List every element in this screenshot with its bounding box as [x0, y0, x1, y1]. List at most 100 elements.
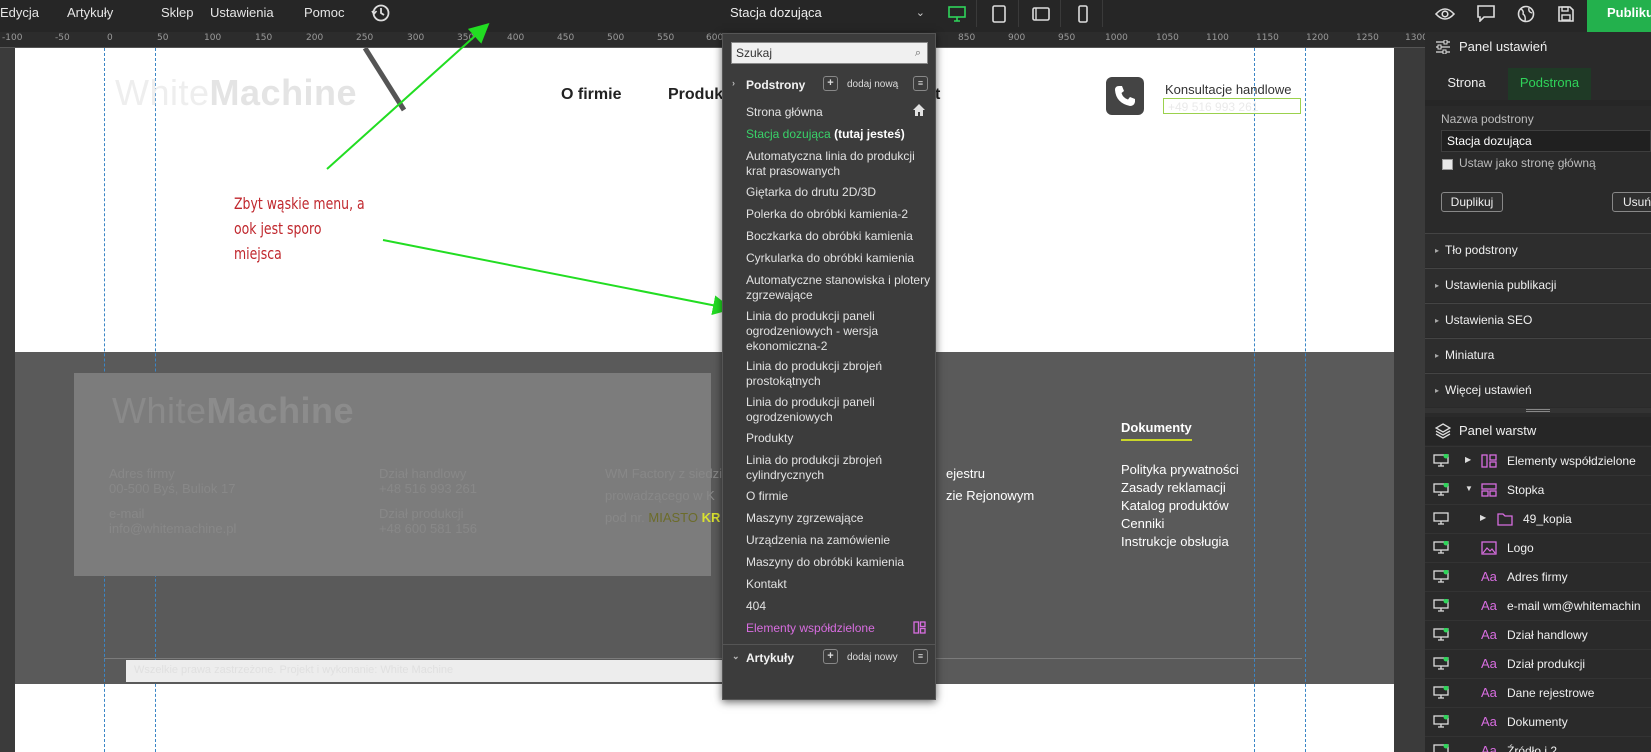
ruler-label: 1050 — [1156, 33, 1179, 43]
page-item[interactable]: Linia do produkcji paneli ogrodzeniowych — [746, 395, 931, 425]
duplicate-button[interactable]: Duplikuj — [1441, 192, 1503, 212]
layer-row[interactable]: Aa e-mail wm@whitemachin — [1425, 591, 1651, 620]
layer-row[interactable]: Aa Źródło i 2 — [1425, 736, 1651, 752]
tablet-view-button[interactable] — [979, 0, 1019, 27]
add-icon[interactable]: + — [823, 76, 838, 91]
monitor-icon[interactable] — [1433, 715, 1449, 728]
monitor-icon[interactable] — [1433, 657, 1449, 670]
layer-row[interactable]: Aa Dane rejestrowe — [1425, 678, 1651, 707]
phone-icon — [1115, 86, 1135, 106]
layer-row[interactable]: ▶ Elementy współdzielone — [1425, 446, 1651, 475]
page-item[interactable]: Giętarka do drutu 2D/3D — [746, 185, 931, 200]
layer-row[interactable]: ▶ 49_kopia — [1425, 504, 1651, 533]
consult-phone[interactable]: +49 516 993 261 — [1168, 100, 1258, 114]
page-item-shared[interactable]: Elementy współdzielone — [746, 621, 931, 636]
desktop-view-button[interactable] — [937, 0, 977, 27]
add-page-link[interactable]: dodaj nową — [847, 79, 898, 90]
footer-doc-link[interactable]: Zasady reklamacji — [1121, 480, 1226, 495]
section-miniatura[interactable]: ▸ Miniatura — [1425, 338, 1651, 372]
layer-row[interactable]: Logo — [1425, 533, 1651, 562]
section-pages-header[interactable]: › Podstrony + dodaj nową ≡ — [723, 72, 935, 98]
comment-button[interactable] — [1466, 0, 1506, 27]
page-item[interactable]: Urządzenia na zamówienie — [746, 533, 931, 548]
footer-doc-link[interactable]: Polityka prywatności — [1121, 462, 1239, 477]
page-item[interactable]: 404 — [746, 599, 931, 614]
page-selector-label: Stacja dozująca — [730, 5, 822, 20]
publish-button[interactable]: Publiku — [1587, 0, 1651, 32]
monitor-icon[interactable] — [1433, 570, 1449, 583]
page-name-input[interactable]: Stacja dozująca — [1441, 130, 1651, 152]
panel-resize-handle[interactable] — [1425, 408, 1651, 413]
monitor-icon[interactable] — [1433, 686, 1449, 699]
page-item[interactable]: Linia do produkcji zbrojeń prostokątnych — [746, 359, 931, 389]
delete-button[interactable]: Usuń — [1612, 192, 1651, 212]
tab-podstrona[interactable]: Podstrona — [1508, 68, 1591, 100]
page-item-current[interactable]: Stacja dozująca (tutaj jesteś) — [746, 127, 931, 142]
ruler-label: -100 — [2, 33, 23, 43]
add-icon[interactable]: + — [823, 649, 838, 664]
layer-row[interactable]: Aa Adres firmy — [1425, 562, 1651, 591]
footer-doc-link[interactable]: Instrukcje obsługia — [1121, 534, 1229, 549]
tablet-landscape-view-button[interactable] — [1021, 0, 1061, 27]
page-item[interactable]: Maszyny do obróbki kamienia — [746, 555, 931, 570]
section-wiecej-ustawien[interactable]: ▸ Więcej ustawień — [1425, 373, 1651, 407]
site-logo[interactable]: WhiteMachine — [115, 72, 357, 114]
layer-row[interactable]: Aa Dokumenty — [1425, 707, 1651, 736]
list-icon[interactable]: ≡ — [913, 649, 928, 664]
page-item[interactable]: Polerka do obróbki kamienia-2 — [746, 207, 931, 222]
page-item[interactable]: Kontakt — [746, 577, 931, 592]
page-item[interactable]: Automatyczne stanowiska i plotery zgrzew… — [746, 273, 931, 303]
layer-row[interactable]: ▼ Stopka — [1425, 475, 1651, 504]
history-icon[interactable] — [371, 3, 391, 23]
preview-button[interactable] — [1425, 0, 1465, 27]
section-ustawienia-publikacji[interactable]: ▸ Ustawienia publikacji — [1425, 268, 1651, 302]
expand-arrow-icon[interactable]: ▶ — [1480, 513, 1486, 522]
page-item[interactable]: O firmie — [746, 489, 931, 504]
page-item[interactable]: Cyrkularka do obróbki kamienia — [746, 251, 931, 266]
page-item[interactable]: Linia do produkcji paneli ogrodzeniowych… — [746, 309, 931, 354]
page-selector[interactable]: Stacja dozująca ⌄ — [722, 0, 935, 27]
layer-row[interactable]: Aa Dział handlowy — [1425, 620, 1651, 649]
collapse-arrow-icon[interactable]: ▼ — [1465, 484, 1473, 493]
editor-canvas[interactable]: WhiteMachine O firmie Produk t Konsultac… — [0, 48, 1425, 752]
mobile-view-button[interactable] — [1063, 0, 1103, 27]
monitor-icon[interactable] — [1433, 744, 1449, 752]
menu-ustawienia[interactable]: Ustawienia — [210, 0, 274, 32]
menu-edycja[interactable]: Edycja — [0, 0, 39, 32]
section-articles-header[interactable]: ⌄ Artykuły + dodaj nowy ≡ — [723, 644, 935, 670]
footer-doc-link[interactable]: Katalog produktów — [1121, 498, 1229, 513]
page-item[interactable]: Strona główna — [746, 105, 931, 120]
list-icon[interactable]: ≡ — [913, 76, 928, 91]
footer-doc-link[interactable]: Cenniki — [1121, 516, 1164, 531]
footer-logo[interactable]: WhiteMachine — [112, 390, 354, 432]
page-item[interactable]: Linia do produkcji zbrojeń cylindrycznyc… — [746, 453, 931, 483]
set-home-checkbox[interactable] — [1442, 159, 1453, 170]
footer-sales: +48 516 993 261 — [379, 481, 477, 496]
expand-arrow-icon[interactable]: ▶ — [1465, 455, 1471, 464]
monitor-icon[interactable] — [1433, 599, 1449, 612]
add-article-link[interactable]: dodaj nowy — [847, 652, 898, 663]
page-item[interactable]: Automatyczna linia do produkcji krat pra… — [746, 149, 931, 179]
globe-button[interactable] — [1506, 0, 1546, 27]
save-button[interactable] — [1546, 0, 1586, 27]
monitor-icon[interactable] — [1433, 628, 1449, 641]
nav-link-o-firmie[interactable]: O firmie — [561, 86, 621, 104]
footer-bottom-bar[interactable]: Wszelkie prawa zastrzeżone. Projekt i wy… — [126, 660, 722, 682]
monitor-icon[interactable] — [1433, 483, 1449, 496]
monitor-icon[interactable] — [1433, 541, 1449, 554]
section-ustawienia-seo[interactable]: ▸ Ustawienia SEO — [1425, 303, 1651, 337]
monitor-icon[interactable] — [1433, 454, 1449, 467]
page-item[interactable]: Produkty — [746, 431, 931, 446]
nav-link-produkty[interactable]: Produk — [668, 86, 723, 104]
page-item[interactable]: Boczkarka do obróbki kamienia — [746, 229, 931, 244]
tab-strona[interactable]: Strona — [1425, 68, 1508, 100]
search-input[interactable]: Szukaj ⌕ — [731, 42, 928, 64]
page-bottom-section[interactable] — [15, 684, 1394, 752]
section-tlo-podstrony[interactable]: ▸ Tło podstrony — [1425, 233, 1651, 267]
monitor-icon[interactable] — [1433, 512, 1449, 525]
menu-pomoc[interactable]: Pomoc — [304, 0, 344, 32]
menu-sklep[interactable]: Sklep — [161, 0, 194, 32]
layer-row[interactable]: Aa Dział produkcji — [1425, 649, 1651, 678]
page-item[interactable]: Maszyny zgrzewające — [746, 511, 931, 526]
menu-artykuly[interactable]: Artykuły — [67, 0, 113, 32]
